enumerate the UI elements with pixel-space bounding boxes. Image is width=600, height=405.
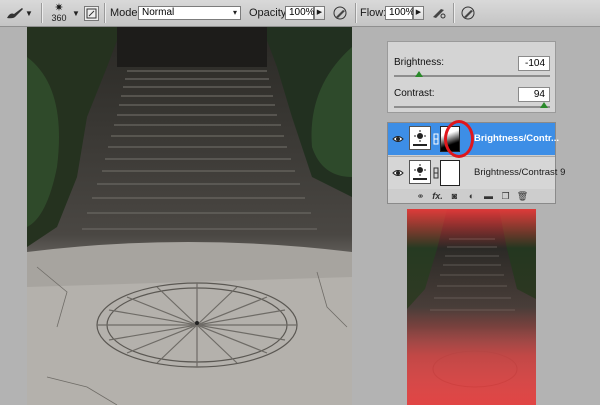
flow-input[interactable]: 100%: [385, 6, 415, 20]
add-mask-icon[interactable]: ◙: [449, 191, 461, 201]
stairs-photo: [27, 27, 352, 405]
brightness-input[interactable]: -104: [518, 56, 550, 71]
brightness-label: Brightness:: [394, 57, 445, 68]
link-icon[interactable]: [433, 167, 439, 179]
pressure-size-icon[interactable]: [459, 4, 477, 22]
contrast-slider-thumb[interactable]: [539, 102, 548, 108]
mask-preview-image: [407, 209, 536, 405]
contrast-label: Contrast:: [394, 88, 435, 99]
layer-mask-thumbnail[interactable]: [440, 160, 460, 186]
opacity-input[interactable]: 100%: [285, 6, 315, 20]
layer-name[interactable]: Brightness/Contrast 9: [474, 167, 565, 178]
flow-label: Flow:: [360, 7, 387, 19]
layer-row[interactable]: Brightness/Contrast 9: [388, 156, 565, 189]
folder-icon[interactable]: ▬: [483, 191, 495, 201]
new-layer-icon[interactable]: ❐: [500, 191, 512, 202]
adjustment-icon[interactable]: ◐: [466, 191, 478, 201]
blend-mode-select[interactable]: Normal ▾: [138, 6, 241, 20]
contrast-input[interactable]: 94: [518, 87, 550, 102]
link-icon[interactable]: ⚭: [415, 191, 427, 202]
canvas-image[interactable]: [27, 27, 352, 405]
chevron-down-icon[interactable]: ▼: [72, 9, 80, 18]
layer-name[interactable]: Brightness/Contr...: [474, 133, 559, 144]
brush-size-picker[interactable]: ✷ 360: [47, 0, 71, 26]
fx-icon[interactable]: fx.: [432, 191, 444, 201]
layers-footer: ⚭ fx. ◙ ◐ ▬ ❐ 🗑: [388, 189, 555, 203]
brush-size-value: 360: [51, 13, 67, 23]
blend-mode-value: Normal: [142, 7, 175, 18]
mask-overlay-preview: [407, 209, 536, 405]
flow-slider-button[interactable]: ▶: [413, 6, 424, 20]
pressure-opacity-icon[interactable]: [331, 4, 349, 22]
contrast-slider-track[interactable]: [394, 106, 550, 108]
link-icon[interactable]: [433, 133, 439, 145]
brightness-slider-thumb[interactable]: [414, 71, 423, 77]
eye-icon[interactable]: [392, 168, 404, 178]
brightness-contrast-panel: Brightness: -104 Contrast: 94: [387, 41, 556, 113]
mode-label: Mode:: [110, 7, 141, 19]
opacity-slider-button[interactable]: ▶: [314, 6, 325, 20]
chevron-down-icon: ▾: [232, 8, 237, 17]
brush-tip-icon: ✷: [54, 2, 64, 14]
trash-icon[interactable]: 🗑: [517, 191, 529, 202]
brightness-adjustment-icon[interactable]: [409, 126, 431, 150]
eye-icon[interactable]: [392, 134, 404, 144]
brush-tool-icon: [7, 8, 23, 19]
brush-panel-toggle-icon[interactable]: [84, 5, 99, 21]
options-bar: ▼ ✷ 360 ▼ Mode: Normal ▾ Opacity: 100% ▶…: [0, 0, 600, 27]
airbrush-icon[interactable]: [430, 4, 448, 22]
chevron-down-icon: ▼: [25, 8, 33, 18]
annotation-circle: [444, 120, 474, 158]
tool-preset-picker[interactable]: ▼: [5, 0, 33, 26]
brightness-adjustment-icon[interactable]: [409, 160, 431, 184]
opacity-label: Opacity:: [249, 7, 290, 19]
